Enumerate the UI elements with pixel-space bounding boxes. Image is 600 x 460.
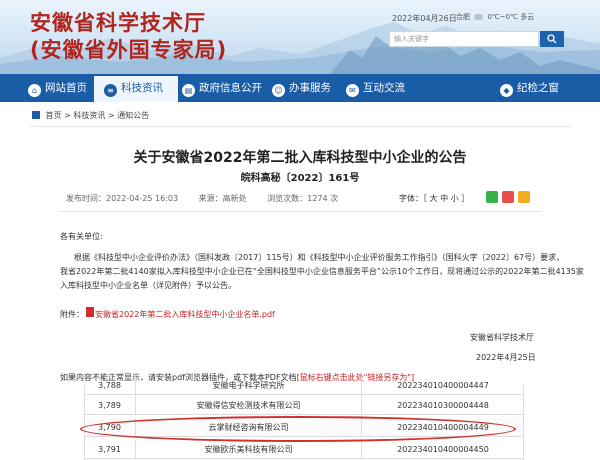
attachment-link[interactable]: 安徽省2022年第二批入库科技型中小企业名单.pdf: [95, 309, 275, 320]
weather-city: 合肥: [456, 13, 470, 21]
pdf-icon: [86, 307, 94, 317]
shield-icon: ◆: [500, 84, 513, 97]
home-icon: [32, 111, 40, 119]
chat-icon: ✉: [346, 84, 359, 97]
divider: [60, 211, 540, 212]
nav-label: 科技资讯: [121, 82, 163, 94]
search-input[interactable]: 输入关键字: [389, 31, 539, 47]
document-number: 皖科高秘〔2022〕161号: [240, 173, 360, 184]
breadcrumb-sep: >: [107, 111, 115, 120]
site-title[interactable]: 安徽省科学技术厅 (安徽省外国专家局): [30, 10, 227, 64]
news-icon: ≡: [104, 84, 117, 97]
site-title-line1: 安徽省科学技术厅: [30, 11, 206, 35]
weather-desc: 多云: [520, 13, 535, 21]
paragraph-line: 根据《科技型中小企业评价办法》（国科发政〔2017〕115号）和《科技型中小企业…: [74, 253, 565, 262]
breadcrumb-sep: >: [64, 111, 71, 120]
site-header: 安徽省科学技术厅 (安徽省外国专家局) 2022年04月26日 合肥 0℃~0℃…: [0, 0, 600, 74]
publish-time: 发布时间：2022-04-25 16:03: [66, 194, 179, 203]
nav-label: 网站首页: [45, 82, 87, 94]
nav-label: 政府信息公开: [199, 82, 262, 94]
greeting: 各有关单位:: [60, 232, 103, 241]
divider: [30, 126, 570, 127]
highlight-ellipse: [80, 416, 516, 442]
search-icon: [547, 34, 557, 44]
nav-discipline[interactable]: ◆ 纪检之窗: [500, 74, 559, 102]
nav-tech-news[interactable]: ≡ 科技资讯: [94, 74, 178, 102]
book-icon: ▤: [182, 84, 195, 97]
paragraph-line: 入库科技型中小企业名单（详见附件）予以公告。: [60, 281, 236, 290]
article-meta: 发布时间：2022-04-25 16:03 来源：高新处 浏览次数：1274 次: [66, 193, 356, 204]
nav-services[interactable]: ☺ 办事服务: [272, 74, 331, 102]
breadcrumb: 首页 > 科技资讯 > 通知公告: [32, 110, 149, 121]
current-date: 2022年04月26日: [392, 14, 457, 23]
nav-label: 互动交流: [363, 82, 405, 94]
search-button[interactable]: [540, 31, 564, 47]
nav-label: 办事服务: [289, 82, 331, 94]
nav-home[interactable]: ⌂ 网站首页: [28, 74, 87, 102]
view-count: 浏览次数：1274 次: [267, 194, 339, 203]
sign-date: 2022年4月25日: [476, 353, 536, 362]
people-icon: ☺: [272, 84, 285, 97]
wechat-share-icon[interactable]: [486, 191, 498, 203]
breadcrumb-level2[interactable]: 通知公告: [117, 111, 149, 120]
breadcrumb-level1[interactable]: 科技资讯: [73, 111, 105, 120]
main-nav: ⌂ 网站首页 ≡ 科技资讯 ▤ 政府信息公开 ☺ 办事服务 ✉ 互动交流 ◆ 纪检之窗: [0, 74, 600, 102]
site-title-line2: (安徽省外国专家局): [30, 38, 228, 62]
nav-label: 纪检之窗: [517, 82, 559, 94]
weibo-share-icon[interactable]: [502, 191, 514, 203]
nav-interaction[interactable]: ✉ 互动交流: [346, 74, 405, 102]
weather-widget: 合肥 0℃~0℃ 多云: [456, 12, 534, 22]
font-size-control: 字体：［ 大 中 小 ］: [399, 193, 469, 204]
signer: 安徽省科学技术厅: [470, 333, 534, 342]
article-title: 关于安徽省2022年第二批入库科技型中小企业的公告: [133, 150, 467, 166]
qzone-share-icon[interactable]: [518, 191, 530, 203]
attachment-label: 附件：: [60, 310, 84, 319]
font-size-options[interactable]: ［ 大 中 小 ］: [423, 194, 469, 203]
paragraph-line: 我省2022年第二批4140家拟入库科技型中小企业已在“全国科技型中小企业信息服…: [60, 267, 584, 276]
cloud-icon: [474, 14, 484, 20]
breadcrumb-home[interactable]: 首页: [46, 111, 62, 120]
weather-temp: 0℃~0℃: [487, 13, 518, 21]
home-icon: ⌂: [28, 84, 41, 97]
font-label: 字体：: [399, 194, 423, 203]
article-source: 来源：高新处: [198, 194, 247, 203]
nav-gov-info[interactable]: ▤ 政府信息公开: [182, 74, 262, 102]
